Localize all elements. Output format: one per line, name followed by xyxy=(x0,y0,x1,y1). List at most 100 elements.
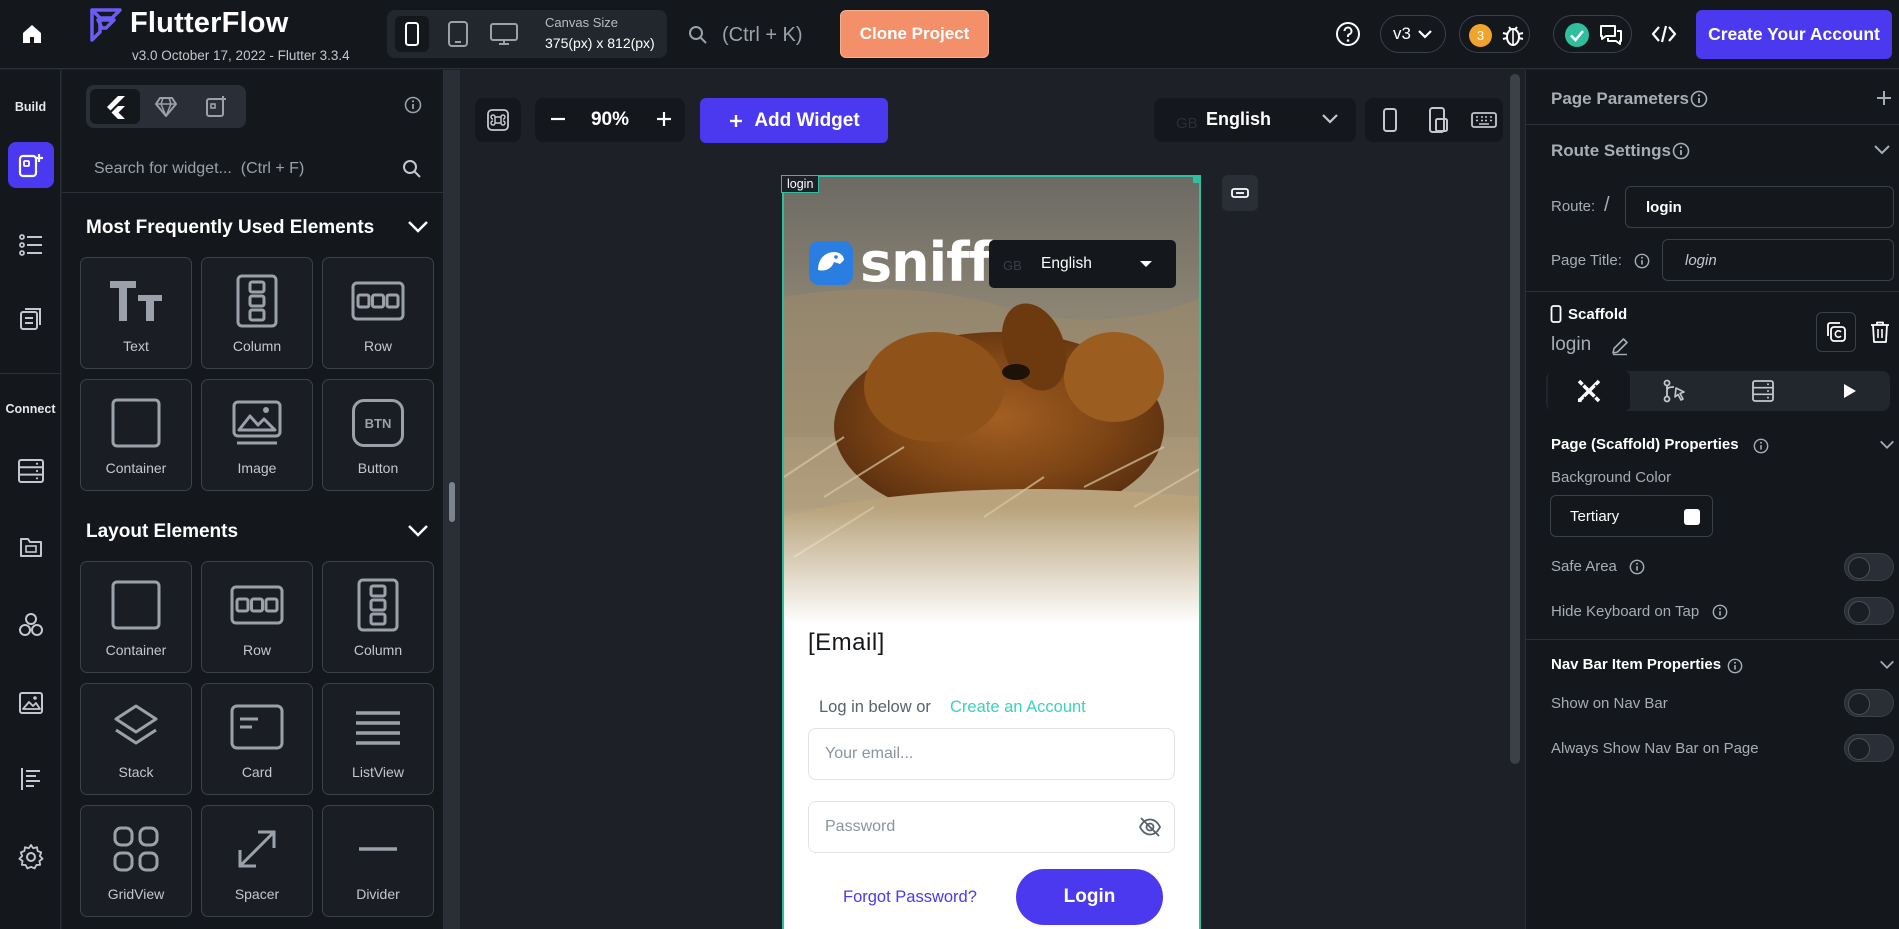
forgot-password-link[interactable]: Forgot Password? xyxy=(843,888,977,907)
info-icon[interactable] xyxy=(1672,142,1690,160)
info-icon[interactable] xyxy=(1753,438,1769,454)
tab-backend-query[interactable] xyxy=(1722,371,1804,411)
tablet-device-button[interactable] xyxy=(441,16,475,52)
bug-icon[interactable] xyxy=(1500,22,1526,48)
preview-keyboard-button[interactable] xyxy=(1469,106,1499,134)
eye-off-icon[interactable] xyxy=(1138,816,1162,838)
page-title-input[interactable]: login xyxy=(1662,239,1894,281)
edit-icon[interactable] xyxy=(1610,336,1630,356)
preview-phone-button[interactable] xyxy=(1375,106,1405,134)
widget-tile-stack[interactable]: Stack xyxy=(80,683,192,795)
panel-splitter[interactable] xyxy=(444,70,460,929)
widget-tile-container[interactable]: Container xyxy=(80,379,192,491)
route-input[interactable]: login xyxy=(1625,186,1894,228)
copy-icon xyxy=(1827,322,1846,342)
create-account-link[interactable]: Create an Account xyxy=(950,698,1086,717)
chat-icon[interactable] xyxy=(1598,23,1624,47)
rail-widget-tree-button[interactable] xyxy=(8,222,54,268)
widget-tile-card[interactable]: Card xyxy=(201,683,313,795)
help-icon xyxy=(1336,22,1360,46)
page-parameters-row[interactable]: Page Parameters xyxy=(1526,70,1899,124)
scaffold-properties-title: Page (Scaffold) Properties xyxy=(1551,436,1739,453)
widget-tile-listview[interactable]: ListView xyxy=(322,683,434,795)
info-icon[interactable] xyxy=(1727,658,1743,674)
splitter-handle[interactable] xyxy=(449,482,455,522)
help-button[interactable] xyxy=(1332,18,1364,50)
login-button[interactable]: Login xyxy=(1016,869,1163,925)
show-on-nav-toggle[interactable] xyxy=(1844,689,1894,717)
tab-components[interactable] xyxy=(141,89,191,124)
widget-tile-row[interactable]: Row xyxy=(201,561,313,673)
email-input[interactable] xyxy=(825,743,1125,765)
nav-bar-properties-title: Nav Bar Item Properties xyxy=(1551,656,1722,673)
section-header-frequent[interactable]: Most Frequently Used Elements xyxy=(86,215,436,245)
tab-preview[interactable] xyxy=(1808,371,1890,411)
rail-media-button[interactable] xyxy=(8,680,54,726)
info-icon[interactable] xyxy=(1690,90,1708,108)
view-code-button[interactable] xyxy=(1646,16,1682,52)
route-settings-row[interactable]: Route Settings xyxy=(1526,125,1899,170)
phone-device-button[interactable] xyxy=(395,16,429,52)
zoom-in-icon[interactable] xyxy=(653,108,675,130)
password-input[interactable] xyxy=(825,816,1125,838)
route-value: login xyxy=(1646,199,1682,216)
rail-settings-button[interactable] xyxy=(8,834,54,880)
tab-custom-widgets[interactable] xyxy=(191,89,241,124)
copy-widget-button[interactable] xyxy=(1816,312,1856,352)
canvas-language-dropdown[interactable]: GB English xyxy=(1154,98,1356,142)
desktop-device-button[interactable] xyxy=(487,16,521,52)
add-widget-button[interactable]: Add Widget xyxy=(700,98,888,143)
tab-properties[interactable] xyxy=(1548,371,1630,411)
chevron-down-icon[interactable] xyxy=(1878,658,1896,672)
version-dropdown[interactable]: v3 xyxy=(1380,15,1446,53)
check-circle-icon[interactable] xyxy=(1564,22,1590,48)
rail-pages-button[interactable] xyxy=(8,296,54,342)
image-icon xyxy=(232,400,282,445)
info-icon[interactable] xyxy=(1712,604,1728,620)
command-search[interactable]: (Ctrl + K) xyxy=(688,20,803,50)
background-color-picker[interactable]: Tertiary xyxy=(1550,495,1713,537)
preview-language-dropdown[interactable]: GB English xyxy=(989,240,1176,288)
info-icon[interactable] xyxy=(1634,253,1650,269)
rail-outline-button[interactable] xyxy=(8,756,54,802)
rail-database-button[interactable] xyxy=(8,448,54,494)
widget-tile-text[interactable]: Text xyxy=(80,257,192,369)
widget-tile-gridview[interactable]: GridView xyxy=(80,805,192,917)
widget-tile-column[interactable]: Column xyxy=(322,561,434,673)
search-icon xyxy=(689,26,707,44)
language-name: English xyxy=(1206,109,1272,129)
widget-tile-spacer[interactable]: Spacer xyxy=(201,805,313,917)
widget-tile-image[interactable]: Image xyxy=(201,379,313,491)
clone-project-button[interactable]: Clone Project xyxy=(840,10,989,58)
safe-area-toggle[interactable] xyxy=(1844,553,1894,581)
properties-scrollbar[interactable] xyxy=(1510,74,1520,764)
chevron-down-icon[interactable] xyxy=(1878,438,1896,452)
shortcuts-button[interactable] xyxy=(475,98,521,142)
tab-flutter-widgets[interactable] xyxy=(90,89,140,124)
always-show-nav-toggle[interactable] xyxy=(1844,734,1894,762)
frame-options-button[interactable] xyxy=(1222,175,1258,211)
section-header-layout[interactable]: Layout Elements xyxy=(86,519,436,549)
tab-actions[interactable] xyxy=(1634,371,1716,411)
widget-tile-column[interactable]: Column xyxy=(201,257,313,369)
delete-widget-button[interactable] xyxy=(1862,312,1898,352)
create-account-button[interactable]: Create Your Account xyxy=(1696,10,1892,59)
widget-tile-container[interactable]: Container xyxy=(80,561,192,673)
phone-preview[interactable]: sniff GB English [Email] Log in below or… xyxy=(782,175,1201,929)
hide-keyboard-toggle[interactable] xyxy=(1844,597,1894,625)
widget-tile-row[interactable]: Row xyxy=(322,257,434,369)
widget-tile-button[interactable]: BTN Button xyxy=(322,379,434,491)
rail-integrations-button[interactable] xyxy=(8,602,54,648)
widget-search-input[interactable] xyxy=(94,157,384,181)
info-icon[interactable] xyxy=(1629,559,1645,575)
info-icon[interactable] xyxy=(404,96,422,114)
notifications-group[interactable]: 3 xyxy=(1459,15,1530,53)
home-button[interactable] xyxy=(10,14,54,54)
rail-widget-palette-button[interactable] xyxy=(8,142,54,188)
selection-handle[interactable] xyxy=(1193,175,1201,183)
preview-responsive-button[interactable] xyxy=(1423,106,1453,134)
rail-storage-button[interactable] xyxy=(8,524,54,570)
column-icon xyxy=(357,578,399,632)
add-icon[interactable] xyxy=(1874,88,1894,108)
widget-tile-divider[interactable]: Divider xyxy=(322,805,434,917)
